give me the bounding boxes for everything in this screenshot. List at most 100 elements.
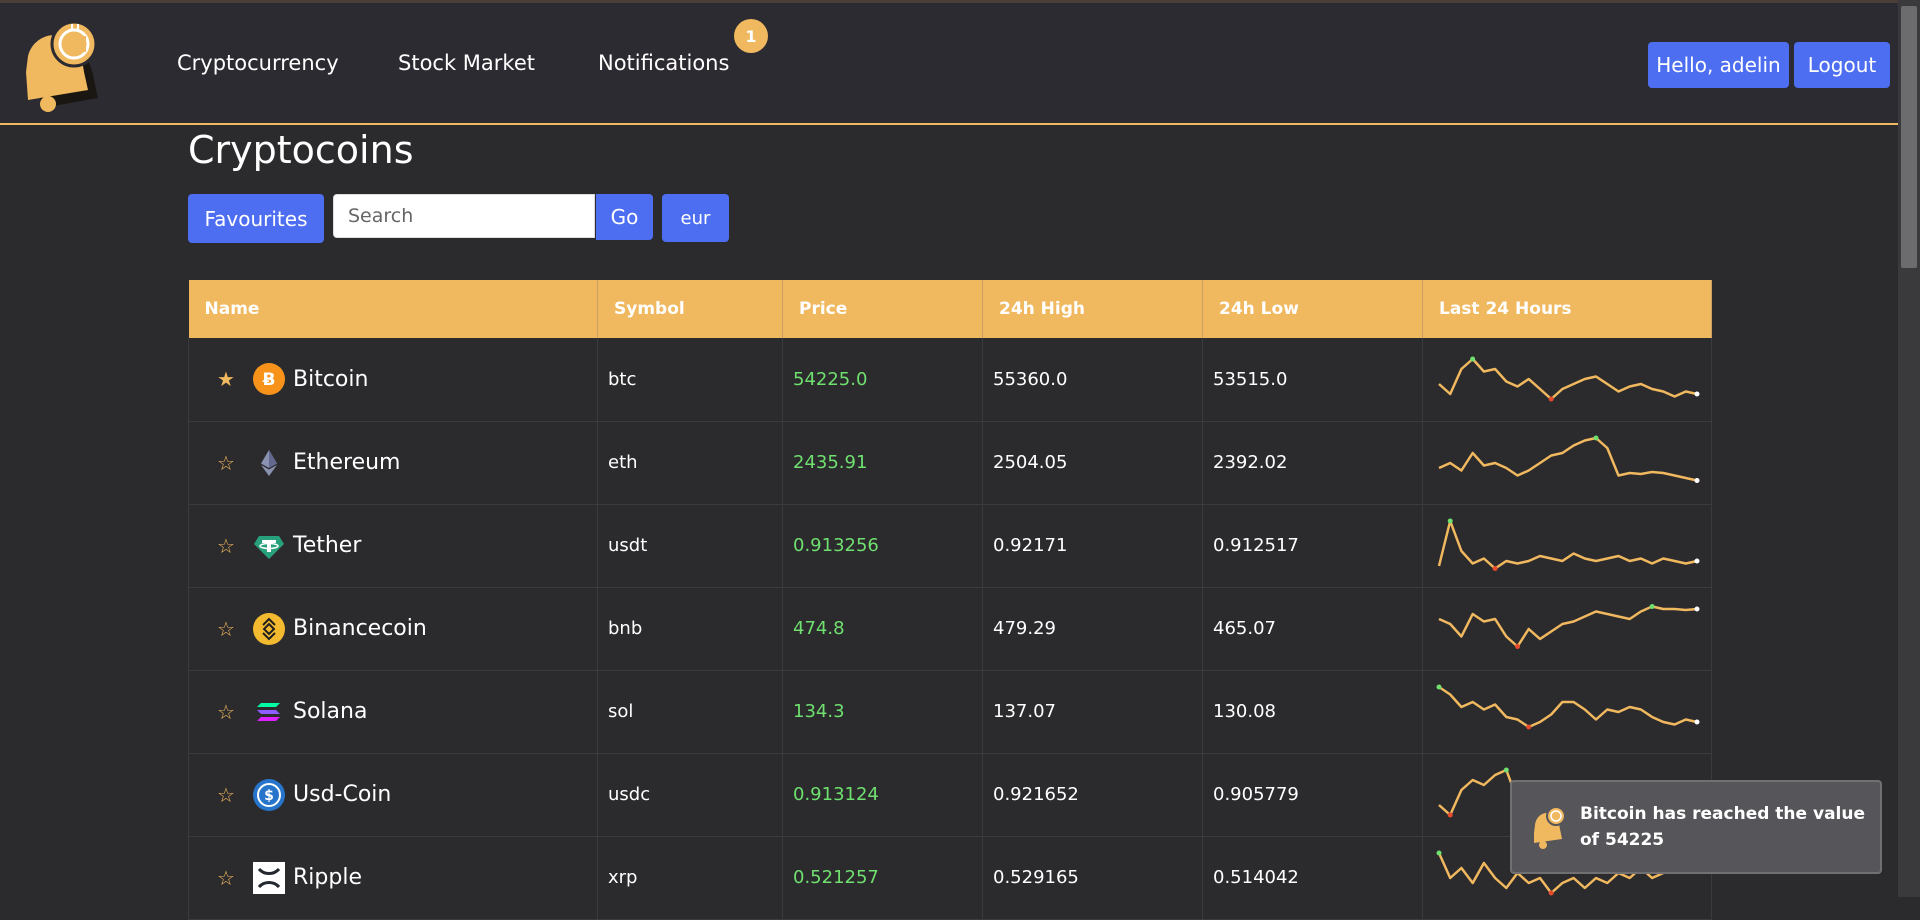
coin-symbol: sol: [597, 670, 783, 754]
nav-cryptocurrency[interactable]: Cryptocurrency: [177, 51, 339, 75]
coin-symbol: usdt: [597, 504, 783, 588]
coin-name-cell: ★ Ƀ Bitcoin: [188, 338, 598, 422]
coin-name[interactable]: Tether: [293, 533, 361, 558]
coin-name-cell: ☆ Binancecoin: [188, 587, 598, 671]
coin-symbol: btc: [597, 338, 783, 422]
table-row[interactable]: ☆ Binancecoin bnb 474.8 479.29 465.07: [188, 587, 1712, 671]
notification-count-badge[interactable]: 1: [734, 19, 768, 53]
coin-sparkline-cell: [1422, 338, 1712, 422]
sparkline-low-point: [1548, 396, 1554, 402]
solana-icon: [253, 696, 285, 728]
favourite-star-icon[interactable]: ☆: [209, 866, 243, 890]
coin-name-cell: ☆ $ Usd-Coin: [188, 753, 598, 837]
table-row[interactable]: ★ Ƀ Bitcoin btc 54225.0 55360.0 53515.0: [188, 338, 1712, 422]
coin-symbol: xrp: [597, 836, 783, 920]
ethereum-icon: [253, 447, 285, 479]
sparkline-chart: [1436, 684, 1700, 729]
sparkline-high-point: [1436, 684, 1442, 689]
coin-24h-low: 465.07: [1202, 587, 1423, 671]
sparkline-last-point: [1694, 719, 1700, 724]
coin-24h-high: 2504.05: [982, 421, 1203, 505]
scrollbar-thumb[interactable]: [1901, 6, 1917, 268]
coin-name[interactable]: Ethereum: [293, 450, 400, 475]
search-go-button[interactable]: Go: [596, 194, 653, 240]
crypto-table: Name Symbol Price 24h High 24h Low Last …: [188, 280, 1712, 920]
coin-24h-low: 2392.02: [1202, 421, 1423, 505]
header-24h-low[interactable]: 24h Low: [1202, 280, 1423, 338]
table-row[interactable]: ☆ $ Usd-Coin usdc 0.913124 0.921652 0.905779: [188, 753, 1712, 837]
coin-name[interactable]: Binancecoin: [293, 616, 427, 641]
coin-sparkline-cell: [1422, 504, 1712, 588]
coin-24h-low: 53515.0: [1202, 338, 1423, 422]
sparkline-high-point: [1447, 518, 1453, 523]
coin-sparkline-cell: [1422, 421, 1712, 505]
coin-price: 0.521257: [782, 836, 983, 920]
sparkline-chart: [1438, 603, 1700, 649]
favourite-star-icon[interactable]: ☆: [209, 700, 243, 724]
bell-logo-icon[interactable]: [18, 16, 102, 112]
coin-name[interactable]: Solana: [293, 699, 367, 724]
favourite-star-icon[interactable]: ☆: [209, 617, 243, 641]
favourites-button[interactable]: Favourites: [188, 194, 324, 243]
sparkline-high-point: [1470, 356, 1476, 362]
header-price[interactable]: Price: [782, 280, 983, 338]
svg-text:$: $: [264, 788, 274, 804]
ripple-icon: [253, 861, 285, 894]
sparkline-last-point: [1694, 558, 1700, 563]
coin-24h-high: 0.921652: [982, 753, 1203, 837]
sparkline-low-point: [1447, 812, 1453, 817]
coin-24h-high: 0.92171: [982, 504, 1203, 588]
page-title: Cryptocoins: [188, 128, 414, 172]
header-name[interactable]: Name: [188, 280, 598, 338]
coin-name[interactable]: Usd-Coin: [293, 782, 391, 807]
svg-text:Ƀ: Ƀ: [263, 370, 276, 390]
logout-button[interactable]: Logout: [1794, 42, 1890, 88]
table-header-row: Name Symbol Price 24h High 24h Low Last …: [188, 280, 1712, 338]
favourite-star-icon[interactable]: ☆: [209, 783, 243, 807]
coin-name-cell: ☆ Solana: [188, 670, 598, 754]
coin-name[interactable]: Ripple: [293, 865, 362, 890]
sparkline-high-point: [1593, 435, 1599, 440]
sparkline-low-point: [1492, 565, 1498, 571]
favourite-star-icon[interactable]: ☆: [209, 451, 243, 475]
coin-24h-low: 0.912517: [1202, 504, 1423, 588]
favourite-star-icon[interactable]: ★: [209, 367, 243, 391]
coin-sparkline-cell: [1422, 670, 1712, 754]
search-input[interactable]: [333, 194, 595, 238]
favourite-star-icon[interactable]: ☆: [209, 534, 243, 558]
table-row[interactable]: ☆ Ripple xrp 0.521257 0.529165 0.514042: [188, 836, 1712, 920]
usdc-icon: $: [253, 778, 285, 811]
user-greeting-button[interactable]: Hello, adelin: [1648, 42, 1789, 88]
sparkline-last-point: [1694, 477, 1700, 483]
page-scrollbar[interactable]: [1898, 0, 1920, 897]
toast-message: Bitcoin has reached the value of 54225: [1580, 804, 1865, 850]
notification-toast[interactable]: Bitcoin has reached the value of 54225: [1510, 780, 1882, 874]
sparkline-chart: [1438, 435, 1700, 483]
sparkline-low-point: [1526, 724, 1532, 729]
coin-price: 0.913124: [782, 753, 983, 837]
sparkline-chart: [1438, 356, 1700, 402]
header-symbol[interactable]: Symbol: [597, 280, 783, 338]
table-row[interactable]: ☆ Ethereum eth 2435.91 2504.05 2392.02: [188, 421, 1712, 505]
table-row[interactable]: ☆ Solana sol 134.3 137.07 130.08: [188, 670, 1712, 754]
sparkline-last-point: [1694, 391, 1700, 397]
coin-sparkline-cell: [1422, 587, 1712, 671]
currency-button[interactable]: eur: [662, 194, 729, 242]
coin-name[interactable]: Bitcoin: [293, 367, 368, 392]
sparkline-high-point: [1649, 603, 1655, 609]
coin-price: 0.913256: [782, 504, 983, 588]
sparkline-chart: [1437, 518, 1700, 571]
nav-notifications[interactable]: Notifications: [598, 51, 729, 75]
coin-name-cell: ☆ Ripple: [188, 836, 598, 920]
header-24h-high[interactable]: 24h High: [982, 280, 1203, 338]
coin-24h-high: 137.07: [982, 670, 1203, 754]
nav-stock-market[interactable]: Stock Market: [398, 51, 535, 75]
sparkline-high-point: [1436, 850, 1442, 855]
coin-name-cell: ☆ Tether: [188, 504, 598, 588]
table-row[interactable]: ☆ Tether usdt 0.913256 0.92171 0.912517: [188, 504, 1712, 588]
coin-price: 54225.0: [782, 338, 983, 422]
coin-symbol: bnb: [597, 587, 783, 671]
coin-symbol: eth: [597, 421, 783, 505]
tether-icon: [253, 530, 285, 562]
coin-24h-high: 55360.0: [982, 338, 1203, 422]
